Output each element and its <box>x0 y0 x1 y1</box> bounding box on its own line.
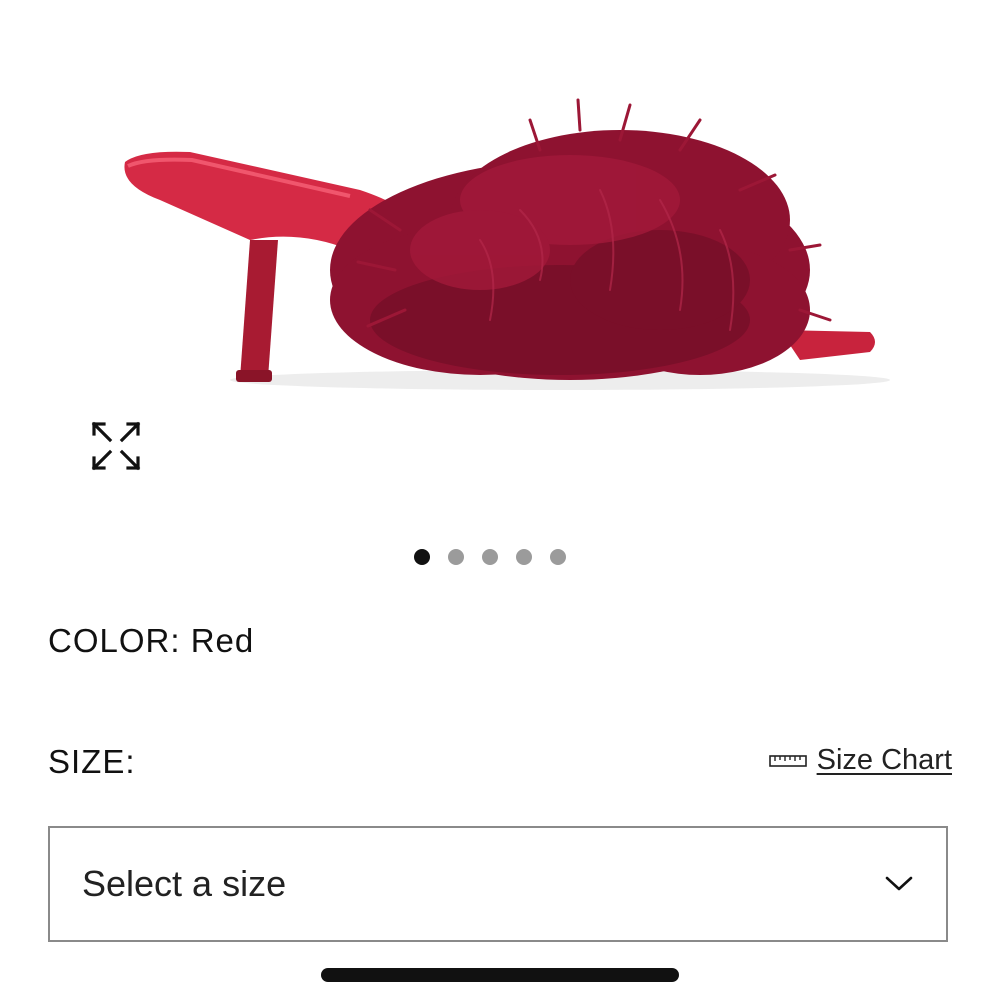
color-label: COLOR: <box>48 622 181 659</box>
size-chart-link[interactable]: Size Chart <box>768 744 952 777</box>
carousel-dot-3[interactable] <box>482 549 498 565</box>
size-select-placeholder: Select a size <box>82 863 287 904</box>
home-indicator[interactable] <box>321 968 679 982</box>
carousel-dot-4[interactable] <box>516 549 532 565</box>
carousel-dot-1[interactable] <box>414 549 430 565</box>
carousel-dot-5[interactable] <box>550 549 566 565</box>
ruler-icon <box>768 754 807 767</box>
carousel-dots <box>0 549 980 565</box>
product-image[interactable] <box>100 80 960 520</box>
size-select-dropdown[interactable]: Select a size <box>48 826 948 942</box>
color-selection: COLOR: Red <box>48 622 254 660</box>
expand-icon[interactable] <box>88 418 144 474</box>
product-detail-page: COLOR: Red SIZE: Size Chart Select a siz… <box>0 0 1000 1000</box>
size-chart-label[interactable]: Size Chart <box>817 744 952 777</box>
color-value: Red <box>190 622 255 659</box>
size-label: SIZE: <box>48 743 136 780</box>
carousel-dot-2[interactable] <box>448 549 464 565</box>
chevron-down-icon <box>885 876 913 891</box>
